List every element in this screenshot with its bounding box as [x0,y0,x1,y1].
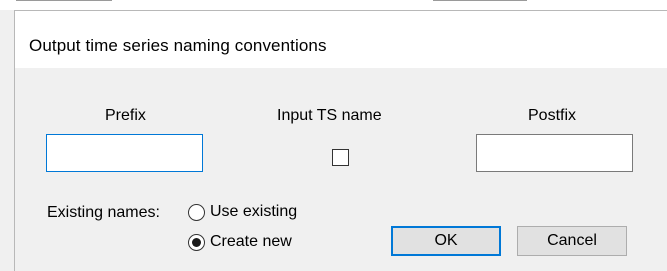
create-new-option[interactable]: Create new [188,231,292,253]
input-ts-name-checkbox[interactable] [332,149,349,166]
postfix-field[interactable] [476,134,633,172]
prefix-label: Prefix [105,107,146,124]
cancel-button[interactable]: Cancel [517,226,627,256]
existing-names-label: Existing names: [47,204,160,221]
dialog-window: Output time series naming conventions Pr… [0,0,667,271]
create-new-radio[interactable] [188,233,205,251]
dialog-body: Prefix Input TS name Postfix Existing na… [14,68,667,271]
postfix-label: Postfix [528,107,577,124]
dialog-title: Output time series naming conventions [29,36,327,55]
prefix-input[interactable] [47,135,202,171]
top-edge [0,0,667,10]
use-existing-radio[interactable] [188,203,205,221]
postfix-input[interactable] [477,135,632,171]
use-existing-option[interactable]: Use existing [188,201,297,223]
prefix-field[interactable] [46,134,203,172]
input-ts-name-label: Input TS name [277,107,382,124]
radio-selected-dot [192,237,201,247]
create-new-label[interactable]: Create new [210,233,292,251]
use-existing-label[interactable]: Use existing [210,203,297,221]
dialog-header: Output time series naming conventions [14,10,667,68]
ok-button[interactable]: OK [391,226,501,256]
